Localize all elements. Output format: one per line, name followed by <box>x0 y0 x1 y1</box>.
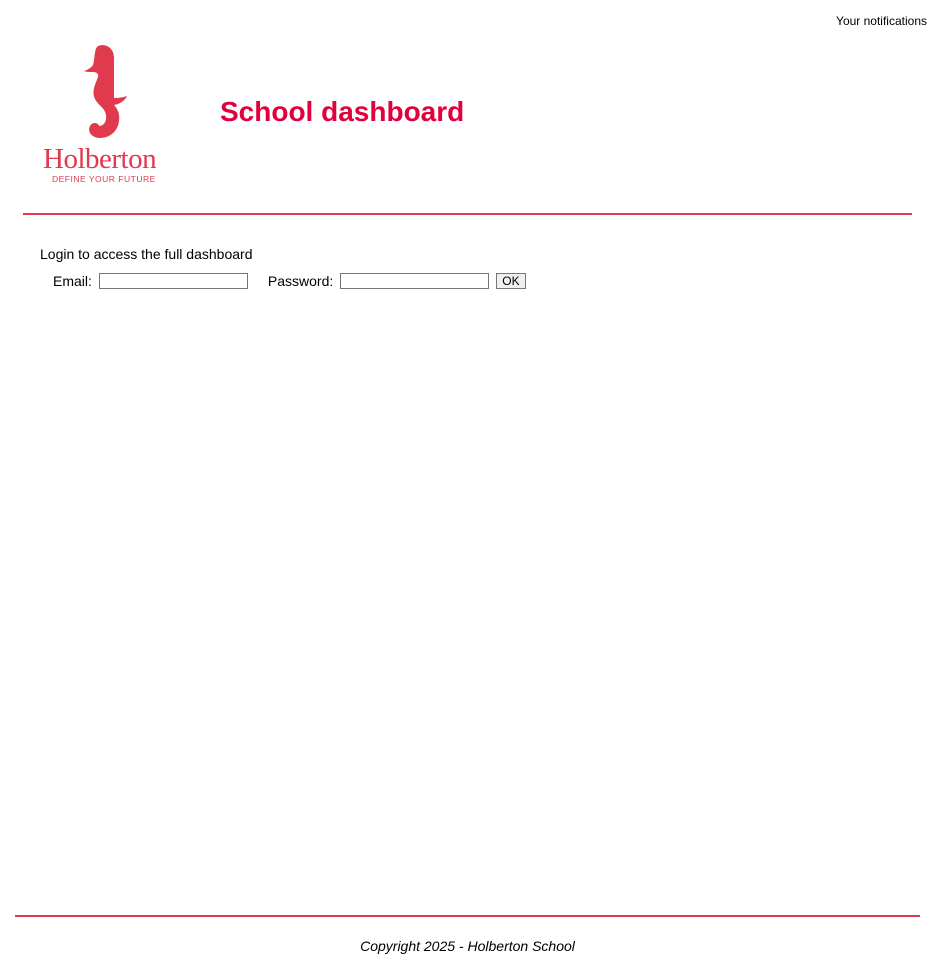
page-title: School dashboard <box>220 96 465 127</box>
login-form: Email: Password: OK <box>53 273 526 289</box>
footer-copyright: Copyright 2025 - Holberton School <box>360 938 575 954</box>
email-label: Email: <box>53 273 92 289</box>
email-input[interactable] <box>98 273 248 289</box>
footer-divider <box>15 915 920 917</box>
header-divider <box>23 213 912 215</box>
ok-button[interactable]: OK <box>496 273 526 289</box>
password-input[interactable] <box>340 273 490 289</box>
logo-tagline: DEFINE YOUR FUTURE <box>52 174 156 184</box>
login-intro: Login to access the full dashboard <box>40 246 253 262</box>
logo-wordmark: Holberton <box>43 143 157 175</box>
notifications-label[interactable]: Your notifications <box>836 14 927 28</box>
password-label: Password: <box>267 273 334 289</box>
